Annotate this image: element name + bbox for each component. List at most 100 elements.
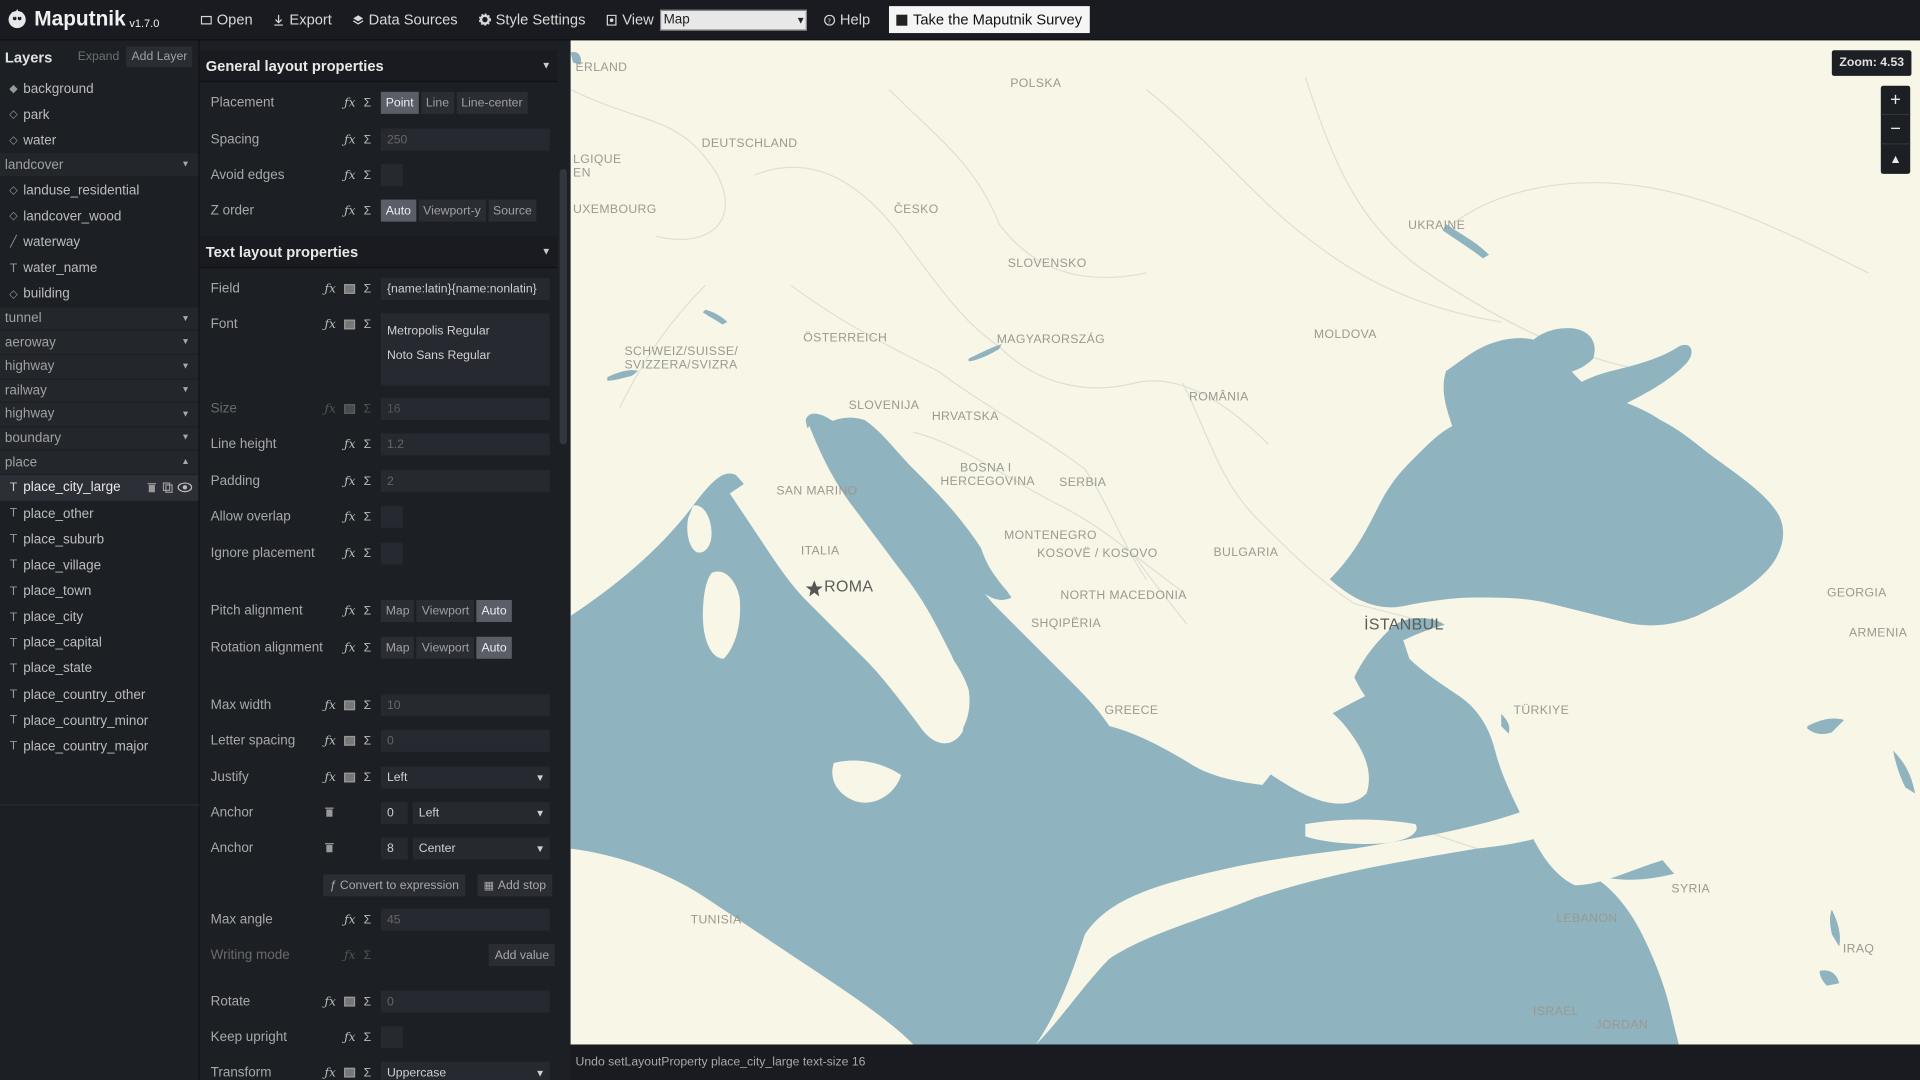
layer-group-landcover[interactable]: landcover ▼ [0,153,199,178]
view-select[interactable]: Map ▼ [659,9,807,31]
field-input[interactable]: {name:latin}{name:nonlatin} [380,277,550,301]
letter-spacing-input[interactable]: 0 [380,729,550,752]
transform-select[interactable]: Uppercase ▼ [380,1061,550,1080]
placement-point-button[interactable]: Point [380,91,419,114]
sigma-icon[interactable]: Σ [364,133,372,146]
sigma-icon[interactable]: Σ [364,474,372,487]
layer-group-place[interactable]: place ▲ [0,450,199,475]
anchor-select[interactable]: Center ▼ [412,837,550,860]
layer-item-place-country-major[interactable]: Tplace_country_major [0,734,198,760]
max-width-input[interactable]: 10 [380,694,550,717]
padding-input[interactable]: 2 [380,470,550,493]
data-icon[interactable] [344,404,356,414]
ignore-placement-checkbox[interactable] [380,542,403,565]
data-icon[interactable] [344,284,356,294]
pitch-auto-button[interactable]: Auto [476,600,512,623]
z-order-source-button[interactable]: Source [488,199,537,222]
sigma-icon[interactable]: Σ [364,438,372,451]
function-icon[interactable]: ƒx [324,734,335,747]
map-canvas[interactable] [570,40,1920,1045]
function-icon[interactable]: ƒx [344,168,355,181]
layer-item-water-name[interactable]: Twater_name [0,255,198,281]
font-value[interactable]: Metropolis Regular [387,320,544,344]
allow-overlap-checkbox[interactable] [380,505,403,528]
general-layout-header[interactable]: General layout properties ▼ [199,50,558,83]
placement-line-button[interactable]: Line [420,91,454,114]
layer-group-boundary[interactable]: boundary ▼ [0,426,199,451]
help-button[interactable]: ? Help [823,11,870,28]
layer-group-highway-2[interactable]: highway ▼ [0,402,199,427]
sigma-icon[interactable]: Σ [364,547,372,560]
layer-item-background[interactable]: ◆ background [0,76,198,102]
layer-item-place-country-other[interactable]: Tplace_country_other [0,682,198,708]
rotation-viewport-button[interactable]: Viewport [416,636,475,659]
font-value[interactable]: Noto Sans Regular [387,344,544,368]
survey-button[interactable]: Take the Maputnik Survey [888,6,1090,34]
function-icon[interactable]: ƒx [344,438,355,451]
layer-group-aeroway[interactable]: aeroway ▼ [0,330,199,355]
function-icon[interactable]: ƒx [344,547,355,560]
add-stop-button[interactable]: ▦ Add stop [477,874,553,897]
text-layout-header[interactable]: Text layout properties ▼ [199,236,558,269]
sigma-icon[interactable]: Σ [364,96,372,109]
function-icon[interactable]: ƒx [324,318,335,331]
pitch-map-button[interactable]: Map [380,600,415,623]
layer-item-place-country-minor[interactable]: Tplace_country_minor [0,708,198,734]
data-icon[interactable] [344,319,356,330]
sigma-icon[interactable]: Σ [364,168,372,181]
function-icon[interactable]: ƒx [344,948,355,961]
sigma-icon[interactable]: Σ [364,995,372,1008]
sigma-icon[interactable]: Σ [364,1030,372,1043]
sigma-icon[interactable]: Σ [364,948,372,961]
app-logo[interactable]: Maputnik v1.7.0 [6,7,190,31]
function-icon[interactable]: ƒx [344,913,355,926]
layer-item-building[interactable]: ◇ building [0,281,198,307]
add-layer-button[interactable]: Add Layer [126,46,193,68]
data-icon[interactable] [344,700,356,711]
sigma-icon[interactable]: Σ [364,699,372,712]
function-icon[interactable]: ƒx [344,474,355,487]
function-icon[interactable]: ƒx [324,282,335,295]
layer-item-water[interactable]: ◇ water [0,128,198,154]
compass-button[interactable]: ▲ [1881,144,1910,173]
function-icon[interactable]: ƒx [324,1066,335,1079]
data-sources-button[interactable]: Data Sources [352,11,458,28]
data-icon[interactable] [344,996,356,1007]
sigma-icon[interactable]: Σ [364,913,372,926]
layer-item-place-city[interactable]: Tplace_city [0,604,198,630]
layer-group-tunnel[interactable]: tunnel ▼ [0,307,199,331]
sigma-icon[interactable]: Σ [364,771,372,784]
placement-line-center-button[interactable]: Line-center [456,91,528,114]
z-order-auto-button[interactable]: Auto [380,199,416,222]
zoom-out-button[interactable]: − [1880,115,1911,145]
function-icon[interactable]: ƒx [344,1030,355,1043]
anchor-stop-input[interactable]: 8 [380,837,408,860]
layer-item-place-city-large[interactable]: Tplace_city_large [0,474,199,501]
size-input[interactable]: 16 [380,397,550,421]
add-value-button[interactable]: Add value [488,944,556,967]
max-angle-input[interactable]: 45 [380,908,550,931]
layer-item-landuse-residential[interactable]: ◇ landuse_residential [0,178,198,204]
layer-item-place-other[interactable]: Tplace_other [0,501,198,527]
export-button[interactable]: Export [274,11,332,28]
layer-item-place-village[interactable]: Tplace_village [0,553,198,579]
sigma-icon[interactable]: Σ [364,318,372,331]
z-order-viewport-y-button[interactable]: Viewport-y [418,199,486,222]
function-icon[interactable]: ƒx [344,204,355,217]
anchor-select[interactable]: Left ▼ [412,802,550,825]
function-icon[interactable]: ƒx [344,133,355,146]
sigma-icon[interactable]: Σ [364,604,372,617]
copy-icon[interactable] [162,481,174,493]
layer-group-highway[interactable]: highway ▼ [0,354,199,379]
map-view[interactable]: ERLAND POLSKA DEUTSCHLAND LGIQUE EN UXEM… [570,40,1920,1045]
rotation-auto-button[interactable]: Auto [476,636,512,659]
function-icon[interactable]: ƒx [324,699,335,712]
expand-button[interactable]: Expand [78,50,120,63]
rotate-input[interactable]: 0 [380,990,550,1013]
style-settings-button[interactable]: Style Settings [478,11,585,28]
editor-scrollbar[interactable] [559,168,567,445]
layer-item-park[interactable]: ◇ park [0,102,198,128]
function-icon[interactable]: ƒx [324,402,335,415]
function-icon[interactable]: ƒx [324,771,335,784]
function-icon[interactable]: ƒx [344,510,355,523]
